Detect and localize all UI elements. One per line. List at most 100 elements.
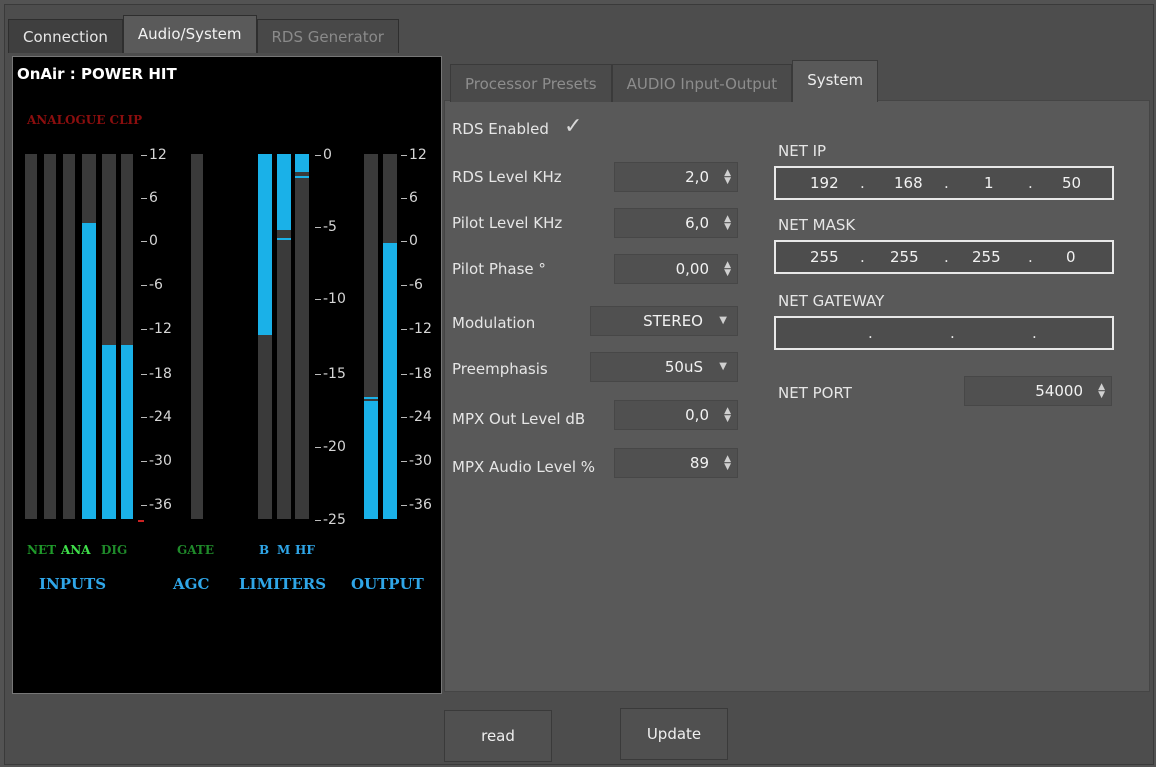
section-output: OUTPUT xyxy=(351,575,424,593)
net-gateway-label: NET GATEWAY xyxy=(778,292,885,310)
output-scale-tick: -30 xyxy=(401,453,432,469)
ip-separator: . xyxy=(1032,324,1037,342)
net-port-label: NET PORT xyxy=(778,384,852,402)
band-hf-label: HF xyxy=(295,543,315,557)
net-mask-label: NET MASK xyxy=(778,216,856,234)
ip-octet: 1 xyxy=(984,174,994,192)
output-scale-tick: -36 xyxy=(401,497,432,513)
pilot-phase-spinbox[interactable]: 0,00 ▲ ▼ xyxy=(614,254,738,284)
spin-arrows-icon[interactable]: ▲ ▼ xyxy=(724,169,731,186)
scale-tick: -36 xyxy=(141,497,172,513)
preemphasis-select[interactable]: 50uS ▼ xyxy=(590,352,738,382)
ip-separator: . xyxy=(944,248,949,266)
pilot-level-label: Pilot Level KHz xyxy=(452,214,563,232)
input-clip-mark xyxy=(138,520,144,522)
ip-separator: . xyxy=(860,174,865,192)
rds-enabled-checkbox[interactable]: ✓ xyxy=(564,114,582,139)
main-tab-bar: Connection Audio/System RDS Generator xyxy=(8,15,399,57)
modulation-label: Modulation xyxy=(452,314,536,332)
input-meter-level xyxy=(121,345,133,519)
mask-octet: 255 xyxy=(890,248,919,266)
limiter-scale-tick: -15 xyxy=(315,366,346,382)
mask-octet: 255 xyxy=(972,248,1001,266)
ip-separator: . xyxy=(944,174,949,192)
net-ip-label: NET IP xyxy=(778,142,827,160)
pilot-level-value: 6,0 xyxy=(685,214,709,232)
spin-arrows-icon[interactable]: ▲ ▼ xyxy=(724,455,731,472)
preemphasis-value: 50uS xyxy=(664,358,703,376)
input-meter-level xyxy=(102,345,116,519)
limiter-gr-level xyxy=(258,154,272,334)
mpx-out-spinbox[interactable]: 0,0 ▲ ▼ xyxy=(614,400,738,430)
section-agc: AGC xyxy=(173,575,210,593)
modulation-select[interactable]: STEREO ▼ xyxy=(590,306,738,336)
ip-separator: . xyxy=(1028,174,1033,192)
output-scale-tick: -18 xyxy=(401,366,432,382)
output-scale-tick: 6 xyxy=(401,190,418,206)
input-meter-level xyxy=(82,223,96,519)
mpx-audio-spinbox[interactable]: 89 ▲ ▼ xyxy=(614,448,738,478)
input-meter-bar xyxy=(82,154,96,519)
input-meter-bar xyxy=(121,154,133,519)
rds-level-value: 2,0 xyxy=(685,168,709,186)
ip-separator: . xyxy=(868,324,873,342)
rds-level-spinbox[interactable]: 2,0 ▲ ▼ xyxy=(614,162,738,192)
onair-title: OnAir : POWER HIT xyxy=(17,65,177,83)
scale-tick: 12 xyxy=(141,147,167,163)
spin-arrows-icon[interactable]: ▲ ▼ xyxy=(724,407,731,424)
output-meter-bar xyxy=(364,154,378,519)
mpx-out-label: MPX Out Level dB xyxy=(452,410,586,428)
read-button[interactable]: read xyxy=(444,710,552,762)
tab-audio-system[interactable]: Audio/System xyxy=(122,15,257,53)
limiter-gr-level xyxy=(277,154,291,230)
modulation-value: STEREO xyxy=(643,312,703,330)
input-meter-bar xyxy=(25,154,37,519)
limiter-scale-tick: -5 xyxy=(315,219,337,235)
agc-meter-bar xyxy=(191,154,203,519)
mask-octet: 0 xyxy=(1066,248,1076,266)
mpx-out-value: 0,0 xyxy=(685,406,709,424)
input-net-label: NET xyxy=(27,543,57,557)
output-scale-tick: 12 xyxy=(401,147,427,163)
input-meter-bar xyxy=(63,154,75,519)
scale-tick: -12 xyxy=(141,321,172,337)
pilot-level-spinbox[interactable]: 6,0 ▲ ▼ xyxy=(614,208,738,238)
limiter-peak xyxy=(277,238,291,240)
sub-tab-bar: Processor Presets AUDIO Input-Output Sys… xyxy=(450,60,879,102)
tab-processor-presets[interactable]: Processor Presets xyxy=(450,64,612,102)
section-limiters: LIMITERS xyxy=(239,575,327,593)
rds-enabled-label: RDS Enabled xyxy=(452,120,549,138)
spin-arrows-icon[interactable]: ▲ ▼ xyxy=(724,261,731,278)
limiter-scale-tick: -10 xyxy=(315,291,346,307)
dropdown-caret-icon: ▼ xyxy=(719,361,727,372)
limiter-peak xyxy=(258,333,272,335)
pilot-phase-label: Pilot Phase ° xyxy=(452,260,546,278)
net-ip-input[interactable]: 192 . 168 . 1 . 50 xyxy=(774,166,1114,200)
net-gateway-input[interactable]: . . . xyxy=(774,316,1114,350)
limiter-peak xyxy=(295,176,309,178)
ip-octet: 192 xyxy=(810,174,839,192)
net-mask-input[interactable]: 255 . 255 . 255 . 0 xyxy=(774,240,1114,274)
net-port-spinbox[interactable]: 54000 ▲ ▼ xyxy=(964,376,1112,406)
output-scale-tick: -24 xyxy=(401,409,432,425)
scale-tick: -6 xyxy=(141,277,163,293)
tab-connection[interactable]: Connection xyxy=(8,19,123,53)
scale-tick: -24 xyxy=(141,409,172,425)
output-scale-tick: -12 xyxy=(401,321,432,337)
spin-arrows-icon[interactable]: ▲ ▼ xyxy=(724,215,731,232)
limiter-scale-tick: -25 xyxy=(315,512,346,528)
ip-separator: . xyxy=(950,324,955,342)
scale-tick: 6 xyxy=(141,190,158,206)
tab-rds-generator[interactable]: RDS Generator xyxy=(256,19,399,53)
output-scale-tick: 0 xyxy=(401,233,418,249)
limiter-scale-tick: 0 xyxy=(315,147,332,163)
tab-system[interactable]: System xyxy=(792,60,879,102)
meter-panel: OnAir : POWER HIT ANALOGUE CLIP 12 6 0 -… xyxy=(12,56,442,694)
spin-arrows-icon[interactable]: ▲ ▼ xyxy=(1098,383,1105,400)
tab-audio-input-output[interactable]: AUDIO Input-Output xyxy=(611,64,793,102)
net-port-value: 54000 xyxy=(1035,382,1083,400)
rds-level-label: RDS Level KHz xyxy=(452,168,562,186)
update-button[interactable]: Update xyxy=(620,708,728,760)
scale-tick: -30 xyxy=(141,453,172,469)
ip-octet: 168 xyxy=(894,174,923,192)
